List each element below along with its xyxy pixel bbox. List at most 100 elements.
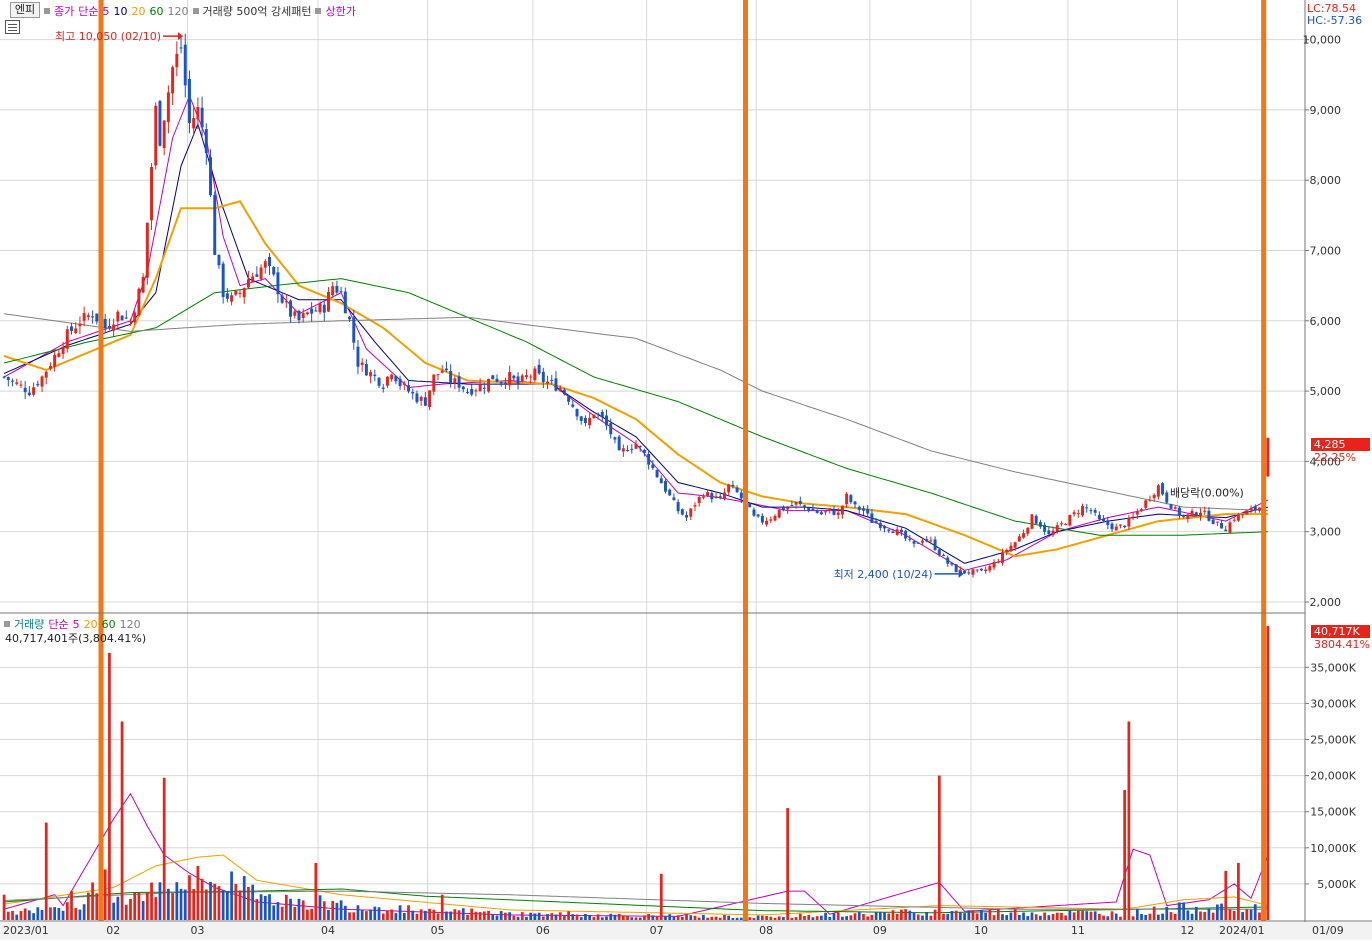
candle-body [735,487,739,493]
ma120-line [4,313,1268,512]
candle-body [183,44,187,86]
candle-body [449,370,453,383]
candle-body [1190,510,1194,516]
candle-body [1068,515,1072,526]
volume-bar [445,911,448,920]
legend-ma20: 20 [131,5,146,18]
candle-body [857,506,861,510]
candle-body [204,129,208,154]
candle-body [175,53,179,68]
candle-body [1038,522,1042,527]
candle-body [171,67,175,94]
candle-body [975,569,979,571]
candle-body [798,500,802,505]
volume-bar [381,913,385,920]
candle-body [592,414,596,419]
candle-body [1194,512,1198,516]
candle-body [600,411,604,418]
stock-chart[interactable]: 최고 10,050 (02/10) 최저 2,400 (10/24) 배당락(0.0… [0,0,1372,940]
candle-body [310,308,314,314]
volume-bar [942,913,945,920]
candle-body [794,502,798,505]
candle-body [512,375,516,379]
candle-body [731,484,735,487]
volume-bar [386,910,389,920]
volume-bar [857,911,861,920]
volume-bar [209,881,212,920]
settings-icon[interactable] [5,20,20,34]
candle-body [908,538,912,540]
candle-body [1114,526,1118,531]
volume-bar [461,908,465,920]
volume-bar [1266,626,1270,920]
candle-body [381,387,385,389]
candle-body [878,522,882,528]
candle-body [672,497,676,501]
volume-bar [933,909,937,920]
candle-body [853,501,857,505]
candle-body [352,317,356,343]
volume-bar [259,894,263,920]
x-tick-label: 2024/01 [1219,924,1265,937]
volume-bar [541,916,545,920]
candle-body [541,371,545,383]
volume-bar [718,917,722,920]
volume-bar [1093,911,1097,920]
legend-close: 종가 [54,5,75,18]
volume-bar [862,914,865,920]
candle-body [1022,533,1026,538]
candle-body [596,413,600,415]
ma60-line [3,278,1268,536]
candle-body [356,346,360,367]
candle-body [722,492,726,500]
candle-body [508,372,512,386]
volume-bar [1039,915,1042,920]
candle-body [263,261,267,268]
candle-body [1169,504,1173,509]
candle-body [1102,518,1106,521]
volume-bar [495,915,499,920]
candle-body [82,313,86,321]
volume-bar [478,912,482,920]
candle-body [280,295,284,303]
volume-bar [782,917,785,920]
volume-bar [369,909,372,920]
candle-body [415,393,419,403]
volume-bar [908,910,912,920]
candle-body [166,92,170,123]
candle-body [781,507,785,511]
candle-body [887,529,891,531]
volume-bar [765,916,768,920]
candle-body [474,390,478,392]
volume-bar [1215,904,1219,920]
candle-body [583,417,587,424]
candle-body [95,313,99,322]
chart-canvas[interactable]: 최고 10,050 (02/10) 최저 2,400 (10/24) 배당락(0.0… [0,0,1372,940]
candle-body [760,515,764,523]
candle-body [276,272,280,295]
event-marker-line [743,0,749,921]
candle-body [1156,485,1160,497]
volume-bar [617,913,621,920]
candle-body [1030,514,1034,529]
volume-bar [836,912,840,920]
candle-body [1060,523,1063,525]
candle-body [15,382,19,384]
candle-body [1123,525,1127,528]
volume-bar [1102,915,1105,920]
volume-bar [255,899,259,920]
volume-bar [348,912,351,920]
candle-body [436,374,440,376]
indicator-button[interactable]: 엔피 [10,2,40,18]
candle-body [1131,516,1135,518]
candle-body [373,374,377,376]
candle-body [129,320,132,322]
candle-body [259,267,263,279]
volume-bar [238,890,242,920]
candle-body [588,417,592,426]
candle-body [777,509,781,518]
volume-bar [49,907,52,920]
volume-bar [1186,910,1190,920]
candle-body [984,569,988,572]
volume-bar [916,914,920,920]
